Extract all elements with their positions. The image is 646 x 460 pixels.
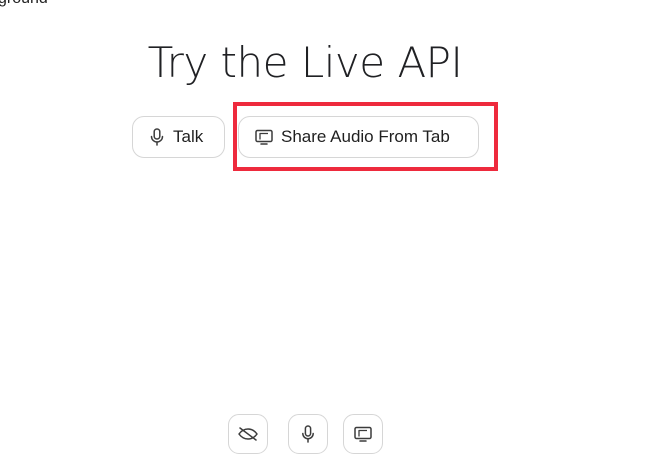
talk-button-label: Talk — [173, 127, 204, 146]
screen-share-button[interactable] — [343, 414, 383, 454]
video-off-icon — [238, 427, 258, 441]
screen-share-icon — [354, 426, 372, 442]
mic-icon — [150, 128, 164, 146]
highlight-box — [233, 102, 498, 171]
video-off-button[interactable] — [228, 414, 268, 454]
page-breadcrumb: ground — [0, 0, 48, 8]
mic-button[interactable] — [288, 414, 328, 454]
live-api-page: ground Try the Live API Talk Share Audio… — [0, 0, 646, 460]
page-title: Try the Live API — [147, 38, 463, 87]
mic-icon — [302, 425, 314, 443]
talk-button[interactable]: Talk — [132, 116, 225, 158]
